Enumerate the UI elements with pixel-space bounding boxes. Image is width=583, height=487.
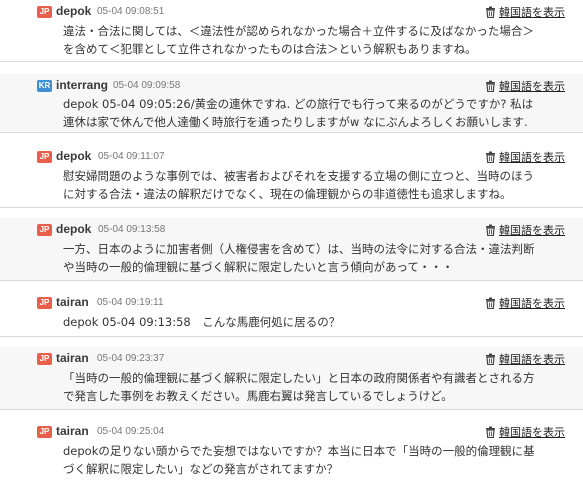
comment-author[interactable]: depok xyxy=(56,4,91,18)
show-korean-link[interactable]: 韓国語を表示 xyxy=(499,295,565,311)
comment-timestamp: 05-04 09:08:51 xyxy=(97,6,165,17)
comment-timestamp: 05-04 09:13:58 xyxy=(98,224,166,235)
trash-icon[interactable] xyxy=(485,426,496,438)
show-korean-link[interactable]: 韓国語を表示 xyxy=(499,222,565,238)
trash-icon[interactable] xyxy=(485,6,496,18)
show-korean-link[interactable]: 韓国語を表示 xyxy=(499,4,565,20)
comment-body: 一方、日本のように加害者側（人権侵害を含めて）は、当時の法令に対する合法・違法判… xyxy=(63,242,535,274)
comment-timestamp: 05-04 09:25:04 xyxy=(97,426,165,437)
translate-control: 韓国語を表示 xyxy=(485,424,565,440)
comment-item: JP depok 05-04 09:11:07 韓国語を表示 慰安婦問題のような… xyxy=(0,145,583,208)
comment-author[interactable]: tairan xyxy=(56,351,89,365)
show-korean-link[interactable]: 韓国語を表示 xyxy=(499,78,565,94)
comment-body: 慰安婦問題のような事例では、被害者およびそれを支援する立場の側に立つと、当時のほ… xyxy=(63,169,535,201)
comment-item: KR interrang 05-04 09:09:58 韓国語を表示 depok… xyxy=(0,74,583,133)
translate-control: 韓国語を表示 xyxy=(485,351,565,367)
comment-body: 違法・合法に関しては、＜違法性が認められなかった場合＋立件するに及ばなかった場合… xyxy=(63,24,534,56)
comment-timestamp: 05-04 09:23:37 xyxy=(97,353,165,364)
comment-author[interactable]: tairan xyxy=(56,424,89,438)
country-flag-jp: JP xyxy=(37,6,52,18)
trash-icon[interactable] xyxy=(485,151,496,163)
comment-body: 「当時の一般的倫理観に基づく解釈に限定したい」と日本の政府関係者や有識者とされる… xyxy=(63,371,535,403)
comment-timestamp: 05-04 09:11:07 xyxy=(98,151,165,162)
comment-body: depok 05-04 09:13:58 こんな馬鹿何処に居るの？ xyxy=(63,315,341,329)
comment-body: depokの足りない頭からでた妄想ではないですか？本当に日本で「当時の一般的倫理… xyxy=(63,444,535,476)
trash-icon[interactable] xyxy=(485,297,496,309)
translate-control: 韓国語を表示 xyxy=(485,295,565,311)
comment-item: JP depok 05-04 09:08:51 韓国語を表示 違法・合法に関して… xyxy=(0,0,583,62)
translate-control: 韓国語を表示 xyxy=(485,4,565,20)
show-korean-link[interactable]: 韓国語を表示 xyxy=(499,424,565,440)
trash-icon[interactable] xyxy=(485,353,496,365)
comment-thread: JP depok 05-04 09:08:51 韓国語を表示 違法・合法に関して… xyxy=(0,0,583,487)
translate-control: 韓国語を表示 xyxy=(485,78,565,94)
comment-author[interactable]: depok xyxy=(56,222,91,236)
comment-timestamp: 05-04 09:19:11 xyxy=(97,297,164,308)
comment-item: JP tairan 05-04 09:25:04 韓国語を表示 depokの足り… xyxy=(0,420,583,487)
country-flag-jp: JP xyxy=(37,151,52,163)
country-flag-jp: JP xyxy=(37,224,52,236)
country-flag-kr: KR xyxy=(37,80,52,92)
translate-control: 韓国語を表示 xyxy=(485,149,565,165)
comment-item: JP depok 05-04 09:13:58 韓国語を表示 一方、日本のように… xyxy=(0,218,583,281)
comment-timestamp: 05-04 09:09:58 xyxy=(113,80,181,91)
comment-author[interactable]: tairan xyxy=(56,295,89,309)
show-korean-link[interactable]: 韓国語を表示 xyxy=(499,351,565,367)
show-korean-link[interactable]: 韓国語を表示 xyxy=(499,149,565,165)
comment-body: depok 05-04 09:05:26/黄金の連休ですね. どの旅行でも行って… xyxy=(63,97,534,129)
country-flag-jp: JP xyxy=(37,297,52,309)
trash-icon[interactable] xyxy=(485,80,496,92)
comment-author[interactable]: depok xyxy=(56,149,91,163)
country-flag-jp: JP xyxy=(37,426,52,438)
translate-control: 韓国語を表示 xyxy=(485,222,565,238)
comment-item: JP tairan 05-04 09:23:37 韓国語を表示 「当時の一般的倫… xyxy=(0,347,583,410)
trash-icon[interactable] xyxy=(485,224,496,236)
comment-author[interactable]: interrang xyxy=(56,78,108,92)
country-flag-jp: JP xyxy=(37,353,52,365)
comment-item: JP tairan 05-04 09:19:11 韓国語を表示 depok 05… xyxy=(0,291,583,337)
